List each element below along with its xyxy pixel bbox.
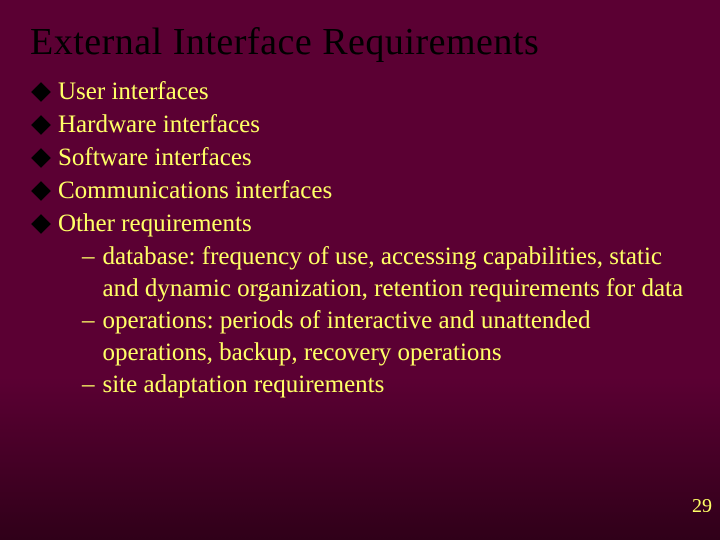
sub-bullet-text: site adaptation requirements — [103, 369, 689, 401]
diamond-bullet-icon — [31, 181, 51, 201]
sub-bullet-item: – site adaptation requirements — [82, 369, 688, 401]
slide-body: User interfaces Hardware interfaces Soft… — [0, 76, 720, 401]
diamond-bullet-icon — [31, 82, 51, 102]
diamond-bullet-icon — [31, 115, 51, 135]
sub-bullet-text: database: frequency of use, accessing ca… — [103, 241, 689, 305]
dash-bullet-icon: – — [82, 305, 95, 337]
dash-bullet-icon: – — [82, 241, 95, 273]
sub-bullet-item: – database: frequency of use, accessing … — [82, 241, 688, 305]
bullet-text: User interfaces — [58, 76, 688, 108]
sub-bullet-text: operations: periods of interactive and u… — [103, 305, 689, 369]
bullet-item: Other requirements — [32, 208, 688, 240]
sub-bullet-list: – database: frequency of use, accessing … — [32, 241, 688, 401]
bullet-item: User interfaces — [32, 76, 688, 108]
bullet-text: Communications interfaces — [58, 175, 688, 207]
slide-title: External Interface Requirements — [0, 0, 720, 76]
bullet-item: Hardware interfaces — [32, 109, 688, 141]
slide: External Interface Requirements User int… — [0, 0, 720, 540]
diamond-bullet-icon — [31, 214, 51, 234]
bullet-text: Software interfaces — [58, 142, 688, 174]
bullet-text: Hardware interfaces — [58, 109, 688, 141]
bullet-item: Communications interfaces — [32, 175, 688, 207]
bullet-text: Other requirements — [58, 208, 688, 240]
diamond-bullet-icon — [31, 148, 51, 168]
bullet-item: Software interfaces — [32, 142, 688, 174]
sub-bullet-item: – operations: periods of interactive and… — [82, 305, 688, 369]
dash-bullet-icon: – — [82, 369, 95, 401]
page-number: 29 — [692, 495, 712, 518]
